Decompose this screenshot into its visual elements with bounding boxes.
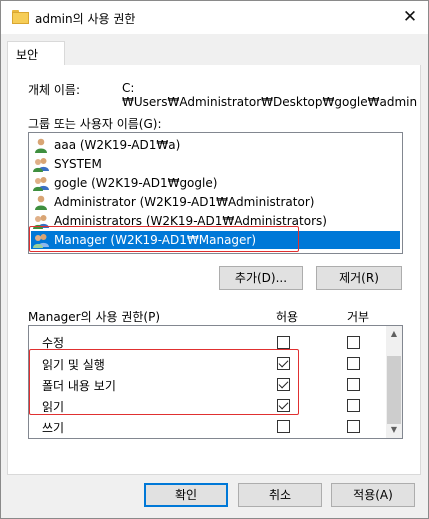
list-item-label: aaa (W2K19-AD1₩a) — [54, 138, 181, 152]
group-icon — [33, 177, 49, 191]
list-item[interactable]: Administrator (W2K19-AD1₩Administrator) — [31, 193, 400, 211]
list-item-label: SYSTEM — [54, 157, 102, 171]
list-item[interactable]: aaa (W2K19-AD1₩a) — [31, 136, 400, 154]
tab-security[interactable]: 보안 — [7, 41, 65, 66]
user-icon — [35, 195, 47, 210]
list-item-label: Administrator (W2K19-AD1₩Administrator) — [54, 195, 315, 209]
scroll-up-icon[interactable]: ▲ — [386, 326, 402, 342]
object-name-label: 개체 이름: — [28, 83, 81, 97]
permission-label: 쓰기 — [42, 421, 65, 435]
deny-checkbox[interactable] — [347, 357, 360, 370]
deny-checkbox[interactable] — [347, 399, 360, 412]
allow-checkbox[interactable] — [277, 420, 290, 433]
group-list-label: 그룹 또는 사용자 이름(G): — [28, 117, 162, 131]
group-icon — [33, 158, 49, 172]
list-item[interactable]: SYSTEM — [31, 155, 400, 173]
deny-checkbox[interactable] — [347, 378, 360, 391]
deny-checkbox[interactable] — [347, 420, 360, 433]
folder-icon — [12, 10, 29, 24]
highlight-box-selected-user — [29, 226, 299, 252]
remove-button[interactable]: 제거(R) — [316, 266, 402, 290]
deny-column-header: 거부 — [347, 310, 370, 324]
title-bar: admin의 사용 권한 ✕ — [1, 1, 428, 34]
window-title: admin의 사용 권한 — [35, 12, 136, 26]
close-icon[interactable]: ✕ — [399, 7, 421, 27]
permissions-label: Manager의 사용 권한(P) — [28, 310, 161, 324]
highlight-box-permissions — [29, 349, 299, 415]
permissions-dialog: admin의 사용 권한 ✕ 보안 개체 이름: C:₩Users₩Admini… — [0, 0, 429, 519]
apply-button[interactable]: 적용(A) — [331, 483, 415, 507]
permissions-scrollbar[interactable]: ▲ ▼ — [386, 326, 402, 438]
scroll-thumb[interactable] — [387, 356, 401, 424]
list-item-label: gogle (W2K19-AD1₩gogle) — [54, 176, 218, 190]
list-item[interactable]: gogle (W2K19-AD1₩gogle) — [31, 174, 400, 192]
deny-checkbox[interactable] — [347, 336, 360, 349]
allow-column-header: 허용 — [276, 310, 299, 324]
scroll-down-icon[interactable]: ▼ — [386, 422, 402, 438]
object-name-value: C:₩Users₩Administrator₩Desktop₩gogle₩adm… — [122, 81, 418, 109]
ok-button[interactable]: 확인 — [144, 483, 228, 507]
add-button[interactable]: 추가(D)... — [219, 266, 303, 290]
allow-checkbox[interactable] — [277, 336, 290, 349]
cancel-button[interactable]: 취소 — [238, 483, 322, 507]
user-icon — [35, 138, 47, 153]
